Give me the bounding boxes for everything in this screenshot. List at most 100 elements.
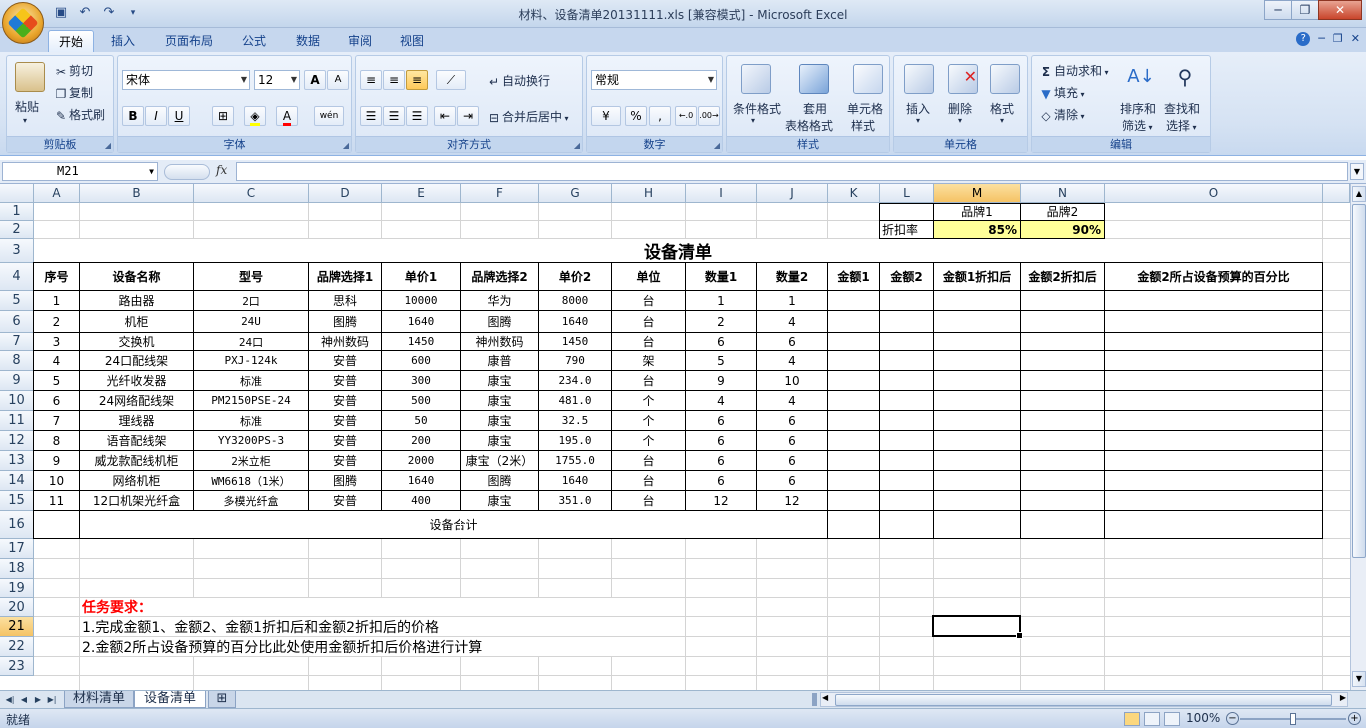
ribbon-restore-icon[interactable]: ❐: [1333, 32, 1343, 46]
table-cell[interactable]: 台: [612, 333, 685, 350]
phonetic-button[interactable]: wén: [314, 106, 344, 126]
decrease-indent-button[interactable]: ⇤: [434, 106, 456, 126]
tab-home[interactable]: 开始: [48, 30, 94, 52]
fill-button[interactable]: ▼ 填充 ▾: [1038, 84, 1084, 102]
table-cell[interactable]: 台: [612, 371, 685, 390]
tab-formulas[interactable]: 公式: [232, 30, 276, 52]
brand1-header[interactable]: 品牌1: [934, 203, 1020, 220]
table-cell[interactable]: 安普: [309, 451, 381, 470]
table-cell[interactable]: 6: [686, 333, 756, 350]
table-cell[interactable]: 1640: [382, 471, 460, 490]
table-cell[interactable]: 路由器: [80, 291, 193, 310]
last-sheet-icon[interactable]: ▶|: [46, 692, 58, 707]
expand-formula-bar-icon[interactable]: ▼: [1350, 163, 1364, 180]
format-cells-button[interactable]: 格式: [990, 100, 1014, 117]
table-cell[interactable]: 6: [757, 471, 827, 490]
table-cell[interactable]: 4: [34, 351, 79, 370]
increase-indent-button[interactable]: ⇥: [457, 106, 479, 126]
table-cell[interactable]: 4: [686, 391, 756, 410]
table-cell[interactable]: 个: [612, 431, 685, 450]
table-cell[interactable]: 安普: [309, 431, 381, 450]
discount-value-brand1[interactable]: 85%: [934, 221, 1020, 238]
table-cell[interactable]: 24网络配线架: [80, 391, 193, 410]
help-icon[interactable]: ?: [1296, 32, 1311, 46]
row-header[interactable]: 13: [0, 451, 34, 471]
zoom-out-icon[interactable]: −: [1226, 712, 1239, 725]
table-cell[interactable]: 6: [757, 411, 827, 430]
align-left-button[interactable]: ☰: [360, 106, 382, 126]
table-cell[interactable]: 台: [612, 451, 685, 470]
table-cell[interactable]: 机柜: [80, 311, 193, 332]
table-cell[interactable]: 个: [612, 391, 685, 410]
column-header[interactable]: N: [1021, 184, 1105, 203]
table-cell[interactable]: 个: [612, 411, 685, 430]
select-all-corner[interactable]: [0, 184, 34, 203]
table-cell[interactable]: 康宝: [461, 491, 538, 510]
row-header[interactable]: 22: [0, 637, 34, 657]
table-cell[interactable]: 12口机架光纤盒: [80, 491, 193, 510]
table-cell[interactable]: 安普: [309, 491, 381, 510]
row-header[interactable]: 3: [0, 239, 34, 263]
table-cell[interactable]: 康宝: [461, 391, 538, 410]
format-painter-button[interactable]: ✎ 格式刷: [53, 106, 105, 124]
table-cell[interactable]: 华为: [461, 291, 538, 310]
table-cell[interactable]: 理线器: [80, 411, 193, 430]
row-header[interactable]: 15: [0, 491, 34, 511]
table-cell[interactable]: 2000: [382, 451, 460, 470]
number-launcher-icon[interactable]: ◢: [714, 141, 720, 150]
table-cell[interactable]: 神州数码: [309, 333, 381, 350]
merge-center-button[interactable]: ⊟ 合并后居中 ▾: [486, 108, 569, 126]
table-cell[interactable]: 康宝: [461, 411, 538, 430]
tab-insert[interactable]: 插入: [100, 30, 146, 52]
table-format-button[interactable]: 套用: [803, 100, 827, 117]
row-header[interactable]: 4: [0, 263, 34, 291]
table-cell[interactable]: PXJ-124k: [194, 351, 308, 370]
row-header[interactable]: 14: [0, 471, 34, 491]
table-cell[interactable]: 神州数码: [461, 333, 538, 350]
row-header[interactable]: 12: [0, 431, 34, 451]
clipboard-launcher-icon[interactable]: ◢: [105, 141, 111, 150]
sheet-title[interactable]: 设备清单: [34, 239, 1322, 262]
find-select-button-line2[interactable]: 选择 ▾: [1166, 117, 1197, 134]
zoom-slider-thumb[interactable]: [1290, 713, 1296, 725]
table-cell[interactable]: 32.5: [539, 411, 611, 430]
italic-button[interactable]: I: [145, 106, 167, 126]
table-cell[interactable]: 1755.0: [539, 451, 611, 470]
align-middle-button[interactable]: ≡: [383, 70, 405, 90]
vertical-scrollbar[interactable]: ▲ ▼: [1350, 184, 1366, 690]
table-cell[interactable]: 1450: [539, 333, 611, 350]
table-cell[interactable]: 6: [686, 411, 756, 430]
zoom-in-icon[interactable]: +: [1348, 712, 1361, 725]
minimize-button[interactable]: ─: [1264, 0, 1292, 20]
table-cell[interactable]: 24U: [194, 311, 308, 332]
task-line[interactable]: 2.金额2所占设备预算的百分比此处使用金额折扣后价格进行计算: [80, 637, 780, 656]
sort-filter-button[interactable]: 排序和: [1120, 100, 1156, 117]
table-cell[interactable]: 思科: [309, 291, 381, 310]
column-header[interactable]: L: [880, 184, 934, 203]
table-cell[interactable]: 安普: [309, 371, 381, 390]
horizontal-scroll-thumb[interactable]: [835, 694, 1332, 706]
table-cell[interactable]: 3: [34, 333, 79, 350]
table-cell[interactable]: 10: [34, 471, 79, 490]
conditional-format-dropdown-icon[interactable]: ▾: [751, 116, 755, 125]
worksheet-grid[interactable]: A B C D E F G H I J K L M N O 1 2 3 4 5 6 7 8 9 10 11 12 13 14 15 16 17…: [0, 184, 1350, 690]
sort-filter-button-line2[interactable]: 筛选 ▾: [1122, 117, 1153, 134]
normal-view-icon[interactable]: [1124, 712, 1140, 726]
table-cell[interactable]: 500: [382, 391, 460, 410]
table-cell[interactable]: 300: [382, 371, 460, 390]
prev-sheet-icon[interactable]: ◀: [18, 692, 30, 707]
table-header-cell[interactable]: 金额1: [828, 263, 879, 290]
tab-split-handle[interactable]: [812, 693, 817, 706]
table-cell[interactable]: 2: [34, 311, 79, 332]
font-launcher-icon[interactable]: ◢: [343, 141, 349, 150]
scroll-up-icon[interactable]: ▲: [1352, 186, 1366, 202]
table-cell[interactable]: 威龙款配线机柜: [80, 451, 193, 470]
cell-styles-button-line2[interactable]: 样式: [851, 117, 875, 134]
percent-button[interactable]: %: [625, 106, 647, 126]
table-cell[interactable]: 9: [686, 371, 756, 390]
table-header-cell[interactable]: 型号: [194, 263, 308, 290]
table-cell[interactable]: 图腾: [309, 471, 381, 490]
table-cell[interactable]: 标准: [194, 371, 308, 390]
format-cells-dropdown-icon[interactable]: ▾: [1000, 116, 1004, 125]
scroll-down-icon[interactable]: ▼: [1352, 671, 1366, 687]
